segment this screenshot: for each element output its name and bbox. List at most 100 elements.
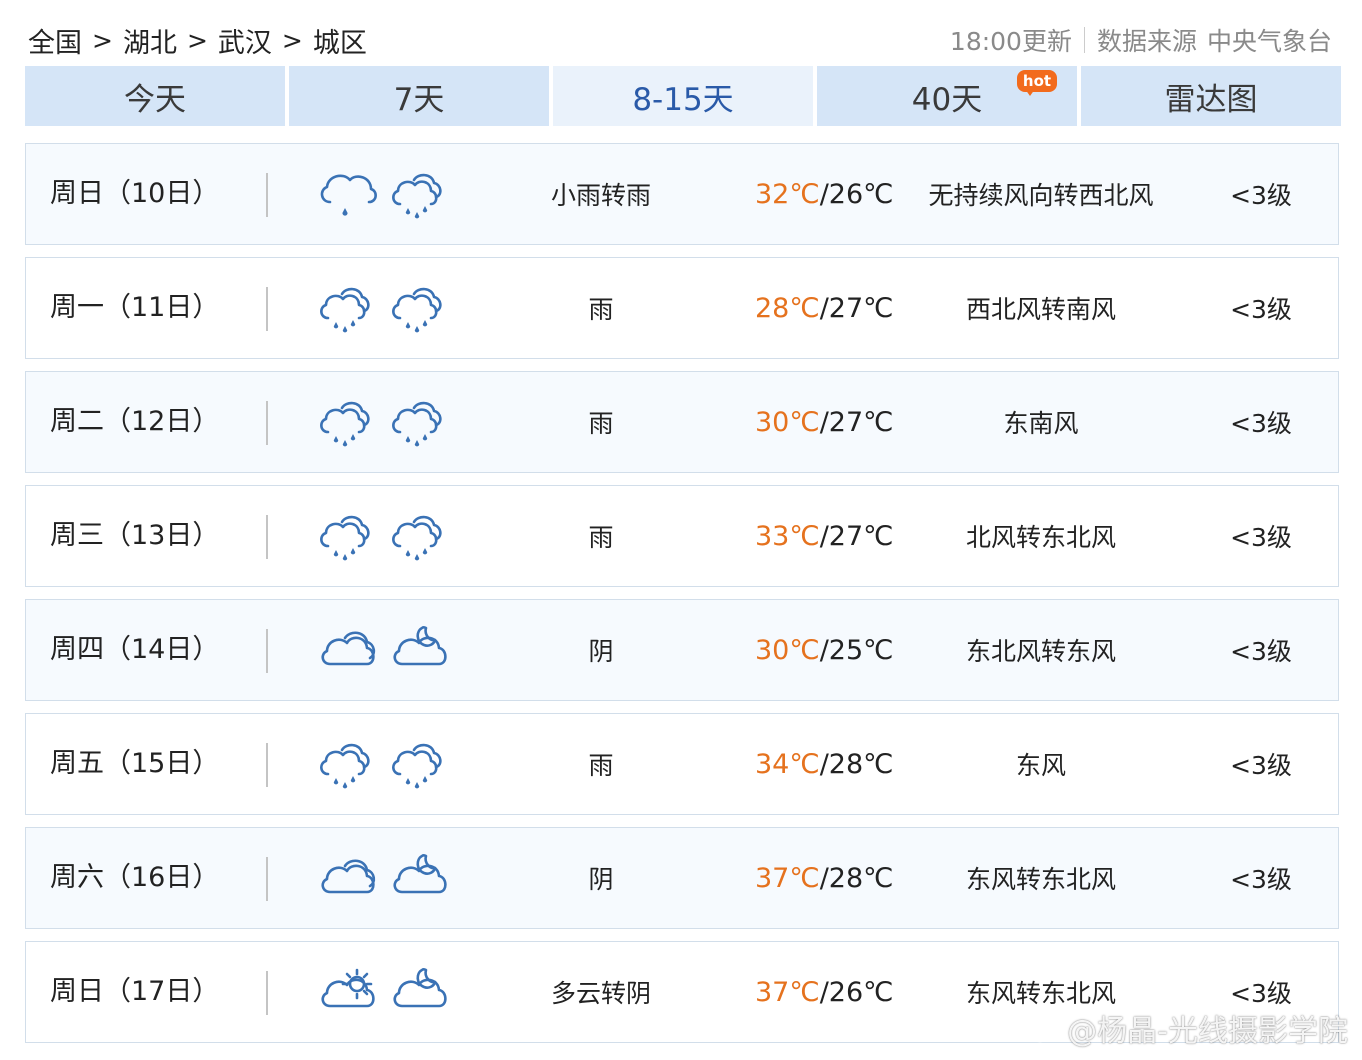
night-weather-icon <box>388 510 450 562</box>
tab-label: 8-15天 <box>632 81 734 118</box>
day-weather-icon <box>316 396 378 448</box>
breadcrumb-item-city[interactable]: 武汉 <box>218 21 272 60</box>
night-weather-icon <box>388 396 450 448</box>
night-weather-icon <box>388 852 450 904</box>
breadcrumb-item-province[interactable]: 湖北 <box>123 21 177 60</box>
weather-description: 阴 <box>588 637 614 666</box>
weather-description: 多云转阴 <box>550 979 651 1008</box>
cloudy-night-icon <box>393 853 447 894</box>
tab-8-15-days[interactable]: 8-15天 <box>553 66 813 126</box>
day-weather-icon <box>316 966 378 1018</box>
watermark-text: @杨晶-光线摄影学院 <box>1067 1014 1348 1049</box>
night-weather-icon <box>388 282 450 334</box>
breadcrumb: 全国 > 湖北 > 武汉 > 城区 <box>28 21 367 60</box>
temperature: 28℃/27℃ <box>755 293 894 324</box>
wind-direction: 东风 <box>1015 751 1066 780</box>
wind-level: <3级 <box>1230 751 1292 780</box>
low-temperature: 26℃ <box>828 977 894 1008</box>
rain-icon <box>320 401 370 447</box>
wind-direction: 东北风转东风 <box>965 637 1116 666</box>
tab-label: 今天 <box>124 81 186 118</box>
high-temperature: 34℃ <box>755 749 820 780</box>
day-weather-icon <box>316 168 378 220</box>
forecast-row: 周四（14日） 阴 30℃/25℃ 东北风转东风 <3级 <box>25 599 1339 701</box>
forecast-row: 周五（15日） 雨 34℃/28℃ 东风 <3级 <box>25 713 1339 815</box>
day-weather-icon <box>316 852 378 904</box>
update-time: 18:00更新 <box>949 27 1072 56</box>
wind-level: <3级 <box>1230 409 1292 438</box>
forecast-day: 周日（10日） <box>50 178 220 209</box>
temperature: 32℃/26℃ <box>755 179 894 210</box>
day-weather-icon <box>316 624 378 676</box>
forecast-day: 周日（17日） <box>50 976 220 1007</box>
divider <box>266 401 268 445</box>
divider <box>1083 27 1085 53</box>
high-temperature: 37℃ <box>755 863 820 894</box>
high-temperature: 30℃ <box>755 407 820 438</box>
wind-level: <3级 <box>1230 865 1292 894</box>
divider <box>266 857 268 901</box>
low-temperature: 25℃ <box>828 635 894 666</box>
tab-7-days[interactable]: 7天 <box>289 66 549 126</box>
overcast-icon <box>321 859 376 894</box>
tab-label: 7天 <box>393 81 445 118</box>
tab-40-days[interactable]: 40天 hot <box>817 66 1077 126</box>
divider <box>266 743 268 787</box>
weather-description: 雨 <box>588 409 614 438</box>
data-source-label: 数据来源 <box>1096 27 1197 56</box>
wind-direction: 东南风 <box>1003 409 1079 438</box>
update-info: 18:00更新 数据来源 中央气象台 <box>950 22 1332 58</box>
hot-badge-text: hot <box>1017 70 1057 92</box>
wind-level: <3级 <box>1230 523 1292 552</box>
low-temperature: 28℃ <box>828 749 894 780</box>
forecast-row: 周日（10日） 小雨转雨 32℃/26℃ 无持续风向转西北风 <3级 <box>25 143 1339 245</box>
low-temperature: 28℃ <box>828 863 894 894</box>
low-temperature: 27℃ <box>828 407 894 438</box>
tab-label: 雷达图 <box>1164 81 1258 118</box>
weather-description: 雨 <box>588 751 614 780</box>
divider <box>266 515 268 559</box>
rain-icon <box>392 515 442 561</box>
forecast-tabs: 今天 7天 8-15天 40天 hot 雷达图 <box>25 66 1341 126</box>
day-weather-icon <box>316 738 378 790</box>
breadcrumb-separator: > <box>92 25 113 55</box>
tab-radar[interactable]: 雷达图 <box>1081 66 1341 126</box>
divider <box>266 629 268 673</box>
breadcrumb-item-country[interactable]: 全国 <box>28 21 82 60</box>
weibo-logo-icon <box>1024 1016 1060 1043</box>
night-weather-icon <box>388 624 450 676</box>
forecast-day: 周五（15日） <box>50 748 220 779</box>
divider <box>266 287 268 331</box>
forecast-day: 周三（13日） <box>50 520 220 551</box>
rain-icon <box>320 515 370 561</box>
hot-badge-tail <box>1025 89 1035 96</box>
day-weather-icon <box>316 282 378 334</box>
weather-description: 雨 <box>588 523 614 552</box>
divider <box>266 173 268 217</box>
low-temperature: 27℃ <box>828 293 894 324</box>
rain-icon <box>320 743 370 789</box>
night-weather-icon <box>388 168 450 220</box>
weather-description: 阴 <box>588 865 614 894</box>
forecast-row: 周一（11日） 雨 28℃/27℃ 西北风转南风 <3级 <box>25 257 1339 359</box>
rain-icon <box>392 287 442 333</box>
wind-level: <3级 <box>1230 181 1292 210</box>
cloudy-night-icon <box>393 967 447 1008</box>
tab-today[interactable]: 今天 <box>25 66 285 126</box>
low-temperature: 27℃ <box>828 521 894 552</box>
night-weather-icon <box>388 738 450 790</box>
high-temperature: 33℃ <box>755 521 820 552</box>
rain-icon <box>320 287 370 333</box>
day-weather-icon <box>316 510 378 562</box>
breadcrumb-item-district[interactable]: 城区 <box>313 21 367 60</box>
temperature: 33℃/27℃ <box>755 521 894 552</box>
high-temperature: 37℃ <box>755 977 820 1008</box>
temperature: 37℃/28℃ <box>755 863 894 894</box>
low-temperature: 26℃ <box>828 179 894 210</box>
data-source-name: 中央气象台 <box>1206 27 1332 56</box>
hot-badge: hot <box>1017 70 1057 96</box>
temperature: 30℃/25℃ <box>755 635 894 666</box>
divider <box>266 971 268 1015</box>
partly-cloudy-day-icon <box>321 968 375 1008</box>
forecast-day: 周二（12日） <box>50 406 220 437</box>
